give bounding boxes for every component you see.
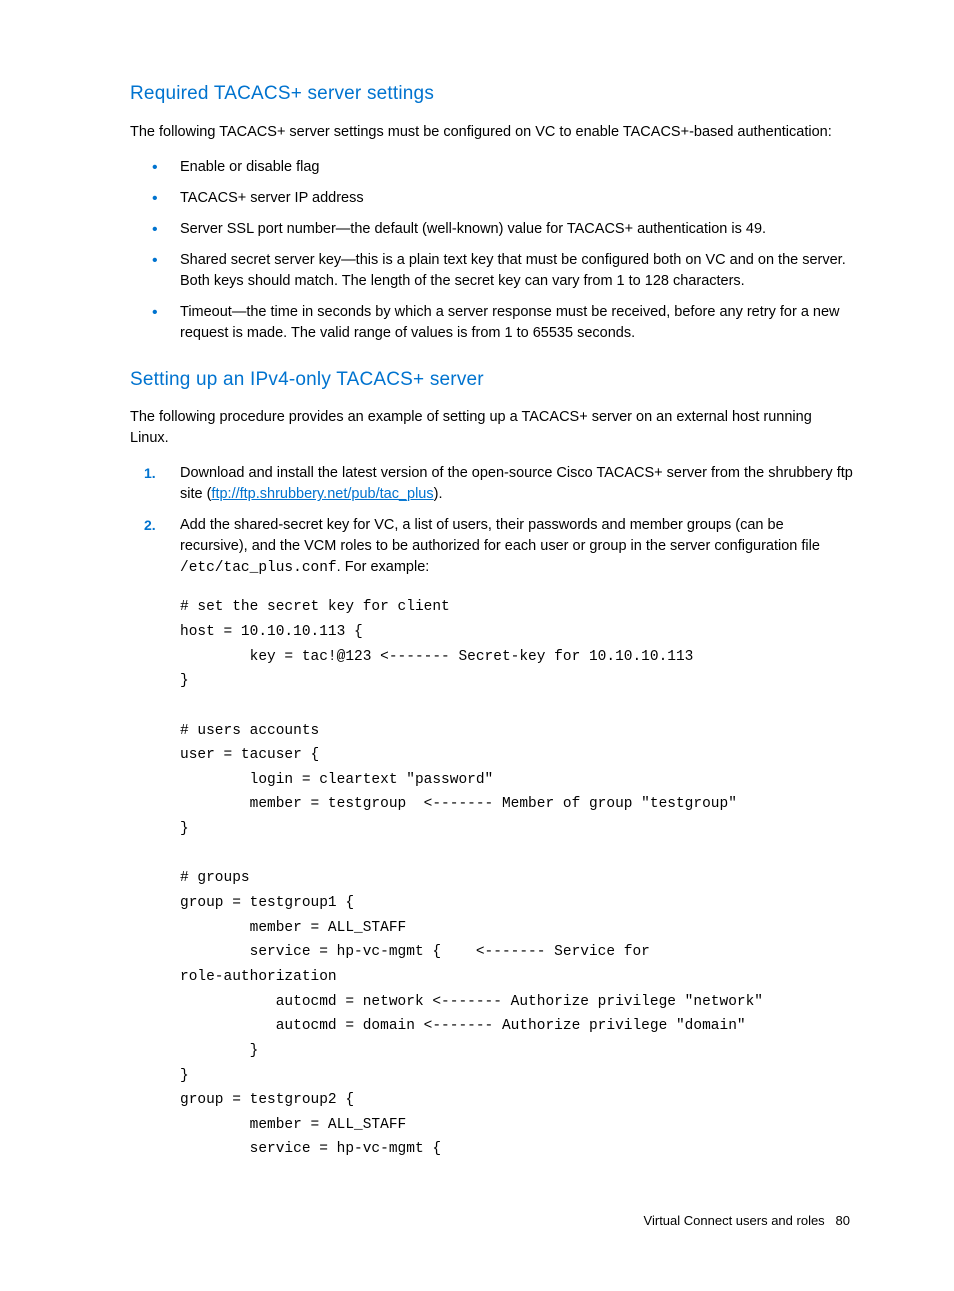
paragraph-required-intro: The following TACACS+ server settings mu… bbox=[130, 122, 854, 143]
bullet-item: TACACS+ server IP address bbox=[130, 188, 854, 209]
footer-section-title: Virtual Connect users and roles bbox=[644, 1213, 825, 1228]
bullet-item: Timeout—the time in seconds by which a s… bbox=[130, 302, 854, 344]
config-path: /etc/tac_plus.conf bbox=[180, 560, 337, 576]
bullet-item: Shared secret server key—this is a plain… bbox=[130, 250, 854, 292]
code-block-tacplus-conf: # set the secret key for client host = 1… bbox=[180, 595, 854, 1162]
bullet-item: Server SSL port number—the default (well… bbox=[130, 219, 854, 240]
heading-setup-ipv4: Setting up an IPv4-only TACACS+ server bbox=[130, 366, 854, 394]
page-footer: Virtual Connect users and roles 80 bbox=[130, 1212, 854, 1231]
list-setup-steps: Download and install the latest version … bbox=[130, 463, 854, 579]
step-download: Download and install the latest version … bbox=[130, 463, 854, 505]
paragraph-setup-intro: The following procedure provides an exam… bbox=[130, 407, 854, 449]
list-required-settings: Enable or disable flag TACACS+ server IP… bbox=[130, 157, 854, 344]
step-text-post: . For example: bbox=[337, 559, 430, 575]
step-text: Add the shared-secret key for VC, a list… bbox=[180, 517, 820, 554]
heading-required-settings: Required TACACS+ server settings bbox=[130, 80, 854, 108]
bullet-item: Enable or disable flag bbox=[130, 157, 854, 178]
step-text-post: ). bbox=[434, 486, 443, 502]
step-add-key: Add the shared-secret key for VC, a list… bbox=[130, 515, 854, 579]
footer-page-number: 80 bbox=[836, 1213, 850, 1228]
ftp-link[interactable]: ftp://ftp.shrubbery.net/pub/tac_plus bbox=[211, 486, 433, 502]
